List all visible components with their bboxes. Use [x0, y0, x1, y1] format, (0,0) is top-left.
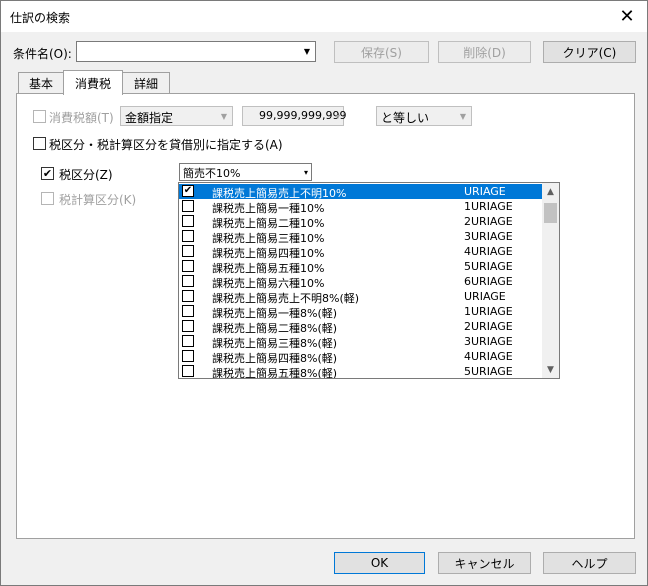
list-item[interactable]: 課税売上簡易六種10% 6URIAGE	[179, 274, 542, 290]
tax-category-combo[interactable]: 簡売不10% ▾	[179, 163, 312, 181]
list-item-code: URIAGE	[464, 185, 506, 198]
tax-category-label: 税区分(Z)	[59, 168, 113, 182]
title-bar: 仕訳の検索 ✕	[1, 1, 647, 32]
chevron-down-icon[interactable]: ▾	[333, 107, 343, 125]
list-item-checkbox[interactable]	[182, 305, 194, 317]
save-button[interactable]: 保存(S)	[334, 41, 429, 63]
amount-mode-combo[interactable]: 金額指定 ▼	[120, 106, 233, 126]
list-item[interactable]: ✔ 課税売上簡易売上不明10% URIAGE	[179, 184, 542, 200]
list-item-code: 1URIAGE	[464, 305, 513, 318]
list-item-code: 3URIAGE	[464, 335, 513, 348]
tax-category-checkbox[interactable]: ✔	[41, 167, 54, 180]
tax-calc-label: 税計算区分(K)	[59, 193, 137, 207]
scroll-up-icon[interactable]: ▲	[542, 183, 559, 200]
list-item[interactable]: 課税売上簡易二種10% 2URIAGE	[179, 214, 542, 230]
list-item-checkbox[interactable]	[182, 215, 194, 227]
list-item-code: 6URIAGE	[464, 275, 513, 288]
help-button[interactable]: ヘルプ	[543, 552, 636, 574]
list-item[interactable]: 課税売上簡易売上不明8%(軽) URIAGE	[179, 289, 542, 305]
debit-credit-checkbox[interactable]	[33, 137, 46, 150]
list-item-checkbox[interactable]: ✔	[182, 185, 194, 197]
ok-button[interactable]: OK	[334, 552, 425, 574]
list-item-checkbox[interactable]	[182, 230, 194, 242]
list-item-code: 5URIAGE	[464, 260, 513, 273]
clear-button[interactable]: クリア(C)	[543, 41, 636, 63]
condition-name-label: 条件名(O):	[13, 47, 72, 61]
list-item[interactable]: 課税売上簡易四種10% 4URIAGE	[179, 244, 542, 260]
scroll-thumb[interactable]	[544, 203, 557, 223]
list-item-code: 2URIAGE	[464, 320, 513, 333]
tax-category-value: 簡売不10%	[183, 167, 241, 180]
list-item-code: 3URIAGE	[464, 230, 513, 243]
list-item[interactable]: 課税売上簡易一種10% 1URIAGE	[179, 199, 542, 215]
compare-mode-combo[interactable]: と等しい ▼	[376, 106, 472, 126]
list-item-code: 2URIAGE	[464, 215, 513, 228]
list-item-code: 4URIAGE	[464, 245, 513, 258]
tax-amount-label: 消費税額(T)	[49, 111, 114, 125]
list-item-code: URIAGE	[464, 290, 506, 303]
list-item[interactable]: 課税売上簡易三種10% 3URIAGE	[179, 229, 542, 245]
tab-consumption-tax[interactable]: 消費税	[63, 70, 123, 95]
tax-category-list[interactable]: ✔ 課税売上簡易売上不明10% URIAGE 課税売上簡易一種10% 1URIAGE 課税…	[178, 182, 560, 379]
list-item[interactable]: 課税売上簡易五種8%(軽) 5URIAGE	[179, 364, 542, 379]
list-item-checkbox[interactable]	[182, 275, 194, 287]
tax-calc-checkbox[interactable]	[41, 192, 54, 205]
close-icon[interactable]: ✕	[607, 1, 647, 32]
search-journal-dialog: 仕訳の検索 ✕ 条件名(O): ▼ 保存(S) 削除(D) クリア(C) 基本 …	[0, 0, 648, 586]
list-item-checkbox[interactable]	[182, 335, 194, 347]
vertical-scrollbar[interactable]: ▲ ▼	[542, 183, 559, 378]
chevron-down-icon[interactable]: ▼	[216, 107, 232, 125]
tab-details[interactable]: 詳細	[122, 72, 170, 94]
chevron-down-icon[interactable]: ▼	[299, 42, 315, 61]
list-item-code: 1URIAGE	[464, 200, 513, 213]
list-item-checkbox[interactable]	[182, 200, 194, 212]
list-item-checkbox[interactable]	[182, 290, 194, 302]
list-item-checkbox[interactable]	[182, 320, 194, 332]
cancel-button[interactable]: キャンセル	[438, 552, 531, 574]
condition-name-combo[interactable]: ▼	[76, 41, 316, 62]
list-item-code: 5URIAGE	[464, 365, 513, 378]
amount-mode-value: 金額指定	[125, 111, 174, 125]
delete-button[interactable]: 削除(D)	[438, 41, 531, 63]
amount-value-field[interactable]: 99,999,999,999 ▾	[242, 106, 346, 126]
list-item-name: 課税売上簡易五種8%(軽)	[212, 367, 338, 379]
debit-credit-label: 税区分・税計算区分を貸借別に指定する(A)	[49, 138, 283, 152]
chevron-down-icon[interactable]: ▾	[301, 164, 311, 180]
window-title: 仕訳の検索	[10, 11, 71, 25]
list-item[interactable]: 課税売上簡易一種8%(軽) 1URIAGE	[179, 304, 542, 320]
list-item[interactable]: 課税売上簡易五種10% 5URIAGE	[179, 259, 542, 275]
compare-mode-value: と等しい	[381, 111, 430, 125]
tab-basic[interactable]: 基本	[18, 72, 64, 94]
list-item[interactable]: 課税売上簡易二種8%(軽) 2URIAGE	[179, 319, 542, 335]
chevron-down-icon[interactable]: ▼	[455, 107, 471, 125]
list-item-checkbox[interactable]	[182, 260, 194, 272]
list-item-checkbox[interactable]	[182, 365, 194, 377]
tax-amount-checkbox[interactable]	[33, 110, 46, 123]
list-item-checkbox[interactable]	[182, 245, 194, 257]
scroll-down-icon[interactable]: ▼	[542, 361, 559, 378]
list-item-checkbox[interactable]	[182, 350, 194, 362]
list-item-code: 4URIAGE	[464, 350, 513, 363]
list-item[interactable]: 課税売上簡易三種8%(軽) 3URIAGE	[179, 334, 542, 350]
list-item[interactable]: 課税売上簡易四種8%(軽) 4URIAGE	[179, 349, 542, 365]
